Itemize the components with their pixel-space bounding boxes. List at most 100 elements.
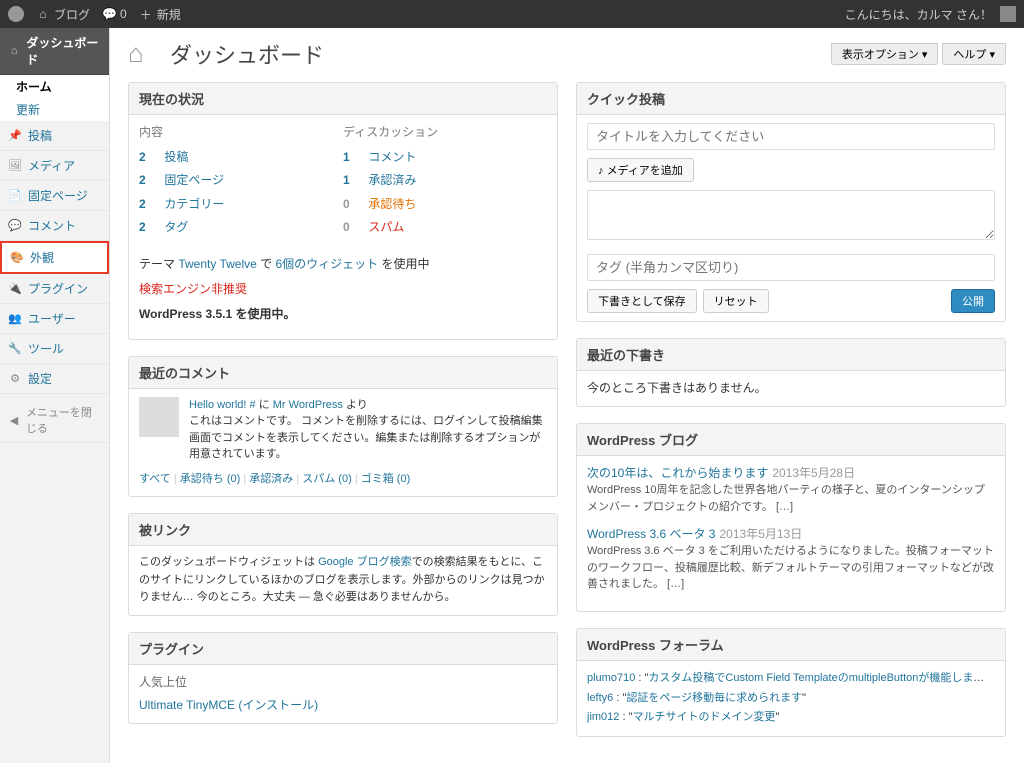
menu-dashboard[interactable]: ⌂ダッシュボード (0, 28, 109, 75)
menu-media[interactable]: 🖼メディア (0, 151, 109, 181)
menu-tools[interactable]: 🔧ツール (0, 334, 109, 364)
filter-all[interactable]: すべて (139, 473, 171, 485)
comment-icon: 💬 (102, 7, 116, 21)
content-link[interactable]: カテゴリー (164, 197, 224, 211)
recent-comments-widget: 最近のコメント Hello world! # に Mr WordPress より… (128, 356, 558, 498)
filter-approved[interactable]: 承認済み (249, 473, 293, 485)
comment-post-link[interactable]: Hello world! # (189, 399, 256, 411)
count: 1 (343, 171, 365, 190)
filter-pending[interactable]: 承認待ち (0) (180, 473, 241, 485)
drafts-empty: 今のところ下書きはありません。 (577, 371, 1005, 406)
content-heading: 内容 (139, 123, 343, 142)
wp-forum-widget: WordPress フォーラム plumo710 : "カスタム投稿でCusto… (576, 628, 1006, 737)
forum-item: plumo710 : "カスタム投稿でCustom Field Template… (587, 669, 995, 689)
menu-users[interactable]: 👥ユーザー (0, 304, 109, 334)
menu-settings[interactable]: ⚙設定 (0, 364, 109, 394)
rn-row: 2 固定ページ 1 承認済み (139, 169, 547, 192)
users-icon: 👥 (8, 312, 22, 325)
menu-posts[interactable]: 📌投稿 (0, 121, 109, 151)
add-media-button[interactable]: ♪ メディアを追加 (587, 158, 694, 182)
content-link[interactable]: 固定ページ (164, 173, 224, 187)
news-date: 2013年5月13日 (720, 527, 803, 541)
discussion-link[interactable]: スパム (368, 220, 404, 234)
incoming-links-widget: 被リンク このダッシュボードウィジェットは Google ブログ検索での検索結果… (128, 513, 558, 616)
count: 1 (343, 148, 365, 167)
discussion-link[interactable]: 承認待ち (368, 197, 416, 211)
forum-item: lefty6 : "認証をページ移動毎に求められます" (587, 689, 995, 709)
avatar-small[interactable] (1000, 6, 1016, 22)
discussion-heading: ディスカッション (343, 123, 547, 142)
admin-bar: ⌂ブログ 💬0 ＋新規 こんにちは、カルマ さん！ (0, 0, 1024, 28)
help-toggle[interactable]: ヘルプ ▾ (942, 43, 1006, 65)
forum-item: jim012 : "マルチサイトのドメイン変更" (587, 708, 995, 728)
news-item: 次の10年は、これから始まります2013年5月28日WordPress 10周年… (587, 464, 995, 515)
recent-drafts-widget: 最近の下書き 今のところ下書きはありません。 (576, 338, 1006, 407)
google-blog-search-link[interactable]: Google ブログ検索 (318, 556, 412, 568)
wordpress-logo-icon (8, 6, 24, 22)
comment-author-link[interactable]: Mr WordPress (273, 399, 343, 411)
forum-user-link[interactable]: lefty6 (587, 692, 613, 704)
forum-topic-link[interactable]: 認証をページ移動毎に求められます (626, 692, 802, 704)
forum-user-link[interactable]: jim012 (587, 711, 619, 723)
content-link[interactable]: 投稿 (164, 150, 188, 164)
collapse-icon: ◀ (8, 414, 20, 427)
plugin-install-link[interactable]: (インストール) (235, 698, 318, 712)
qp-content-textarea[interactable] (587, 190, 995, 240)
news-link[interactable]: 次の10年は、これから始まります (587, 466, 768, 480)
plugins-widget: プラグイン 人気上位 Ultimate TinyMCE (インストール) (128, 632, 558, 724)
widgets-link[interactable]: 6個のウィジェット (276, 257, 379, 271)
menu-comments[interactable]: 💬コメント (0, 211, 109, 241)
content-link[interactable]: タグ (164, 220, 188, 234)
avatar-icon (1000, 6, 1016, 22)
seo-warning[interactable]: 検索エンジン非推奨 (139, 282, 247, 296)
page-title: ダッシュボード (170, 38, 324, 70)
submenu-home[interactable]: ホーム (0, 75, 109, 98)
publish-button[interactable]: 公開 (951, 289, 995, 313)
filter-trash[interactable]: ゴミ箱 (0) (361, 473, 411, 485)
right-now-title: 現在の状況 (129, 83, 557, 115)
house-icon: ⌂ (128, 38, 160, 70)
recent-drafts-title: 最近の下書き (577, 339, 1005, 371)
menu-appearance[interactable]: 🎨外観 (0, 241, 109, 274)
count: 2 (139, 171, 161, 190)
forum-topic-link[interactable]: カスタム投稿でCustom Field TemplateのmultipleBut… (648, 672, 995, 684)
news-excerpt: WordPress 3.6 ベータ 3 をご利用いただけるようになりました。投稿… (587, 543, 995, 593)
plugins-widget-title: プラグイン (129, 633, 557, 665)
incoming-links-title: 被リンク (129, 514, 557, 546)
rn-row: 2 タグ0 スパム (139, 216, 547, 239)
wp-blog-widget: WordPress ブログ 次の10年は、これから始まります2013年5月28日… (576, 423, 1006, 612)
comments-menu[interactable]: 💬0 (102, 7, 127, 21)
site-menu[interactable]: ⌂ブログ (36, 6, 90, 23)
theme-link[interactable]: Twenty Twelve (178, 257, 256, 271)
save-draft-button[interactable]: 下書きとして保存 (587, 289, 697, 313)
my-account[interactable]: こんにちは、カルマ さん！ (845, 6, 992, 23)
count: 0 (343, 218, 365, 237)
reset-button[interactable]: リセット (703, 289, 769, 313)
qp-tags-input[interactable] (587, 254, 995, 281)
plugin-link[interactable]: Ultimate TinyMCE (139, 698, 235, 712)
qp-title-input[interactable] (587, 123, 995, 150)
right-now-widget: 現在の状況 内容 ディスカッション 2 投稿 1 コメント 2 固定ページ 1 承認済… (128, 82, 558, 340)
plugin-icon: 🔌 (8, 282, 22, 295)
screen-options-toggle[interactable]: 表示オプション ▾ (831, 43, 939, 65)
discussion-link[interactable]: 承認済み (368, 173, 416, 187)
comment-excerpt: これはコメントです。 コメントを削除するには、ログインして投稿編集画面でコメント… (189, 413, 547, 463)
new-content-menu[interactable]: ＋新規 (139, 6, 181, 23)
collapse-menu[interactable]: ◀メニューを閉じる (0, 398, 109, 443)
wp-blog-title: WordPress ブログ (577, 424, 1005, 456)
recent-comments-title: 最近のコメント (129, 357, 557, 389)
count: 2 (139, 195, 161, 214)
menu-plugins[interactable]: 🔌プラグイン (0, 274, 109, 304)
quick-press-widget: クイック投稿 ♪ メディアを追加 下書きとして保存 リセット 公開 (576, 82, 1006, 322)
rn-row: 2 投稿1 コメント (139, 146, 547, 169)
news-link[interactable]: WordPress 3.6 ベータ 3 (587, 527, 716, 541)
submenu-updates[interactable]: 更新 (0, 98, 109, 121)
home-icon: ⌂ (36, 7, 50, 21)
rn-row: 2 カテゴリー0 承認待ち (139, 193, 547, 216)
forum-topic-link[interactable]: マルチサイトのドメイン変更 (632, 711, 775, 723)
menu-pages[interactable]: 📄固定ページ (0, 181, 109, 211)
discussion-link[interactable]: コメント (368, 150, 416, 164)
filter-spam[interactable]: スパム (0) (302, 473, 352, 485)
wp-logo-menu[interactable] (8, 6, 24, 22)
forum-user-link[interactable]: plumo710 (587, 672, 635, 684)
